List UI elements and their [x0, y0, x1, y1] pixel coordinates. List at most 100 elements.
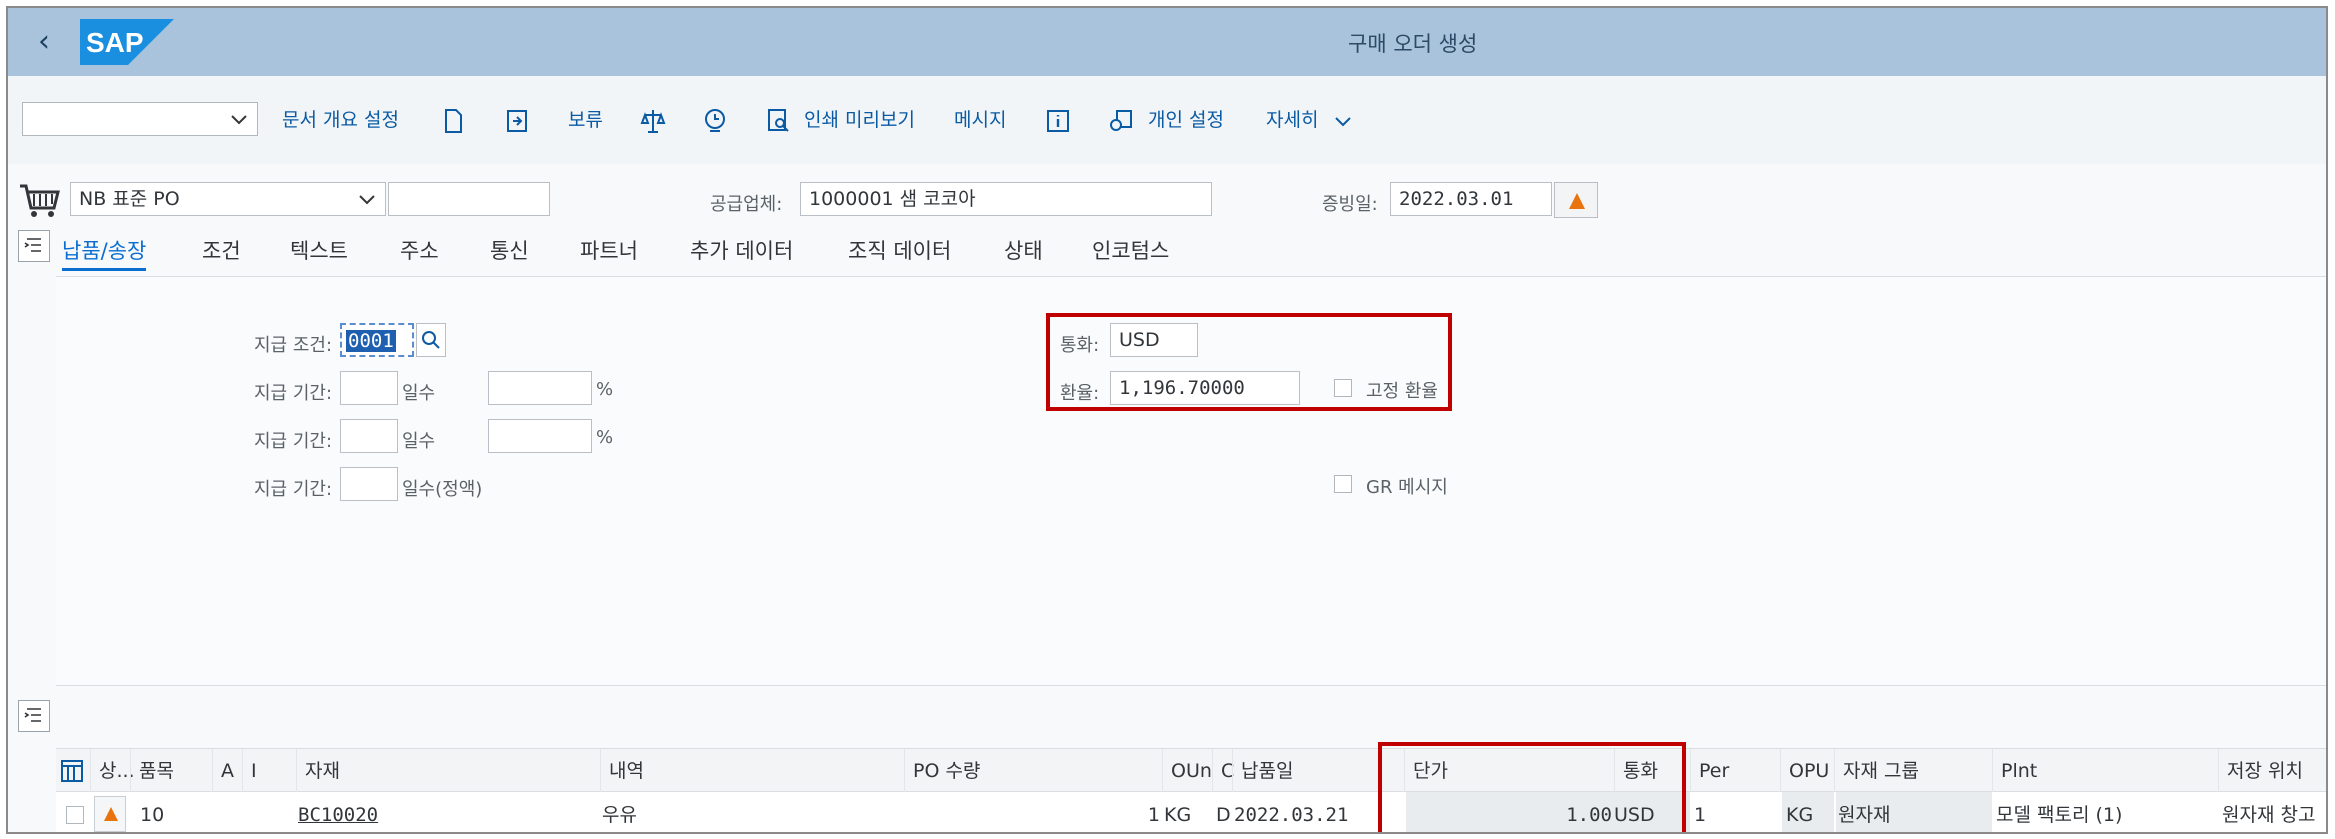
percent-label-1: % [596, 379, 614, 400]
more-button[interactable]: 자세히 [1266, 102, 1353, 138]
payment-days-input-1[interactable] [340, 371, 398, 405]
command-dropdown[interactable] [22, 102, 258, 136]
tab-conditions[interactable]: 조건 [202, 234, 241, 268]
tab-status[interactable]: 상태 [1004, 234, 1043, 268]
more-label: 자세히 [1266, 109, 1319, 131]
new-document-icon[interactable] [442, 102, 464, 138]
col-storage-location[interactable]: 저장 위치 [2218, 749, 2326, 793]
chevron-down-icon [231, 115, 247, 125]
tab-address[interactable]: 주소 [400, 234, 439, 268]
doc-overview-button[interactable]: 문서 개요 설정 [282, 102, 399, 138]
col-po-qty[interactable]: PO 수량 [904, 749, 1162, 793]
col-oun[interactable]: OUn [1162, 749, 1212, 793]
settings-icon [1110, 109, 1132, 131]
messages-button[interactable]: 메시지 [954, 102, 1006, 138]
personal-settings-button[interactable]: 개인 설정 [1108, 102, 1224, 138]
col-plant[interactable]: Plnt [1992, 749, 2218, 793]
row-storage-location: 원자재 창고 [2222, 804, 2316, 826]
other-document-icon[interactable] [504, 102, 530, 138]
header-status-button[interactable] [1554, 182, 1598, 218]
gr-message-label: GR 메시지 [1366, 477, 1448, 498]
row-material-group: 원자재 [1836, 792, 1992, 832]
percent-label-2: % [596, 427, 614, 448]
col-opu[interactable]: OPU [1780, 749, 1834, 793]
order-type-value: NB 표준 PO [79, 188, 180, 210]
tab-texts[interactable]: 텍스트 [290, 234, 348, 268]
col-material-group[interactable]: 자재 그룹 [1834, 749, 1992, 793]
vendor-input[interactable]: 1000001 샘 코코아 [800, 182, 1212, 216]
row-material-link[interactable]: BC10020 [298, 792, 378, 832]
check-icon[interactable] [640, 102, 666, 138]
row-oun: KG [1164, 804, 1192, 826]
payment-terms-value: 0001 [346, 330, 396, 352]
payment-period-label-1: 지급 기간: [254, 383, 333, 404]
row-c: D [1216, 804, 1231, 826]
col-description[interactable]: 내역 [600, 749, 900, 793]
item-table-header: 상... 품목 A I 자재 내역 PO 수량 OUn C 납품일 단가 통화 … [56, 748, 2326, 793]
gr-message-checkbox[interactable] [1334, 475, 1352, 493]
row-qty: 1 [1147, 804, 1160, 826]
history-icon[interactable] [702, 102, 728, 138]
tab-partners[interactable]: 파트너 [580, 234, 638, 268]
col-a[interactable]: A [212, 749, 242, 793]
row-description: 우유 [602, 804, 637, 826]
svg-text:SAP: SAP [86, 27, 144, 58]
print-preview-button[interactable]: 인쇄 미리보기 [766, 102, 915, 138]
info-icon[interactable] [1046, 102, 1070, 138]
row-per: 1 [1694, 804, 1707, 826]
hold-button[interactable]: 보류 [568, 102, 603, 138]
back-icon[interactable]: ‹ [28, 24, 60, 60]
collapse-header-icon[interactable] [18, 230, 50, 262]
payment-percent-input-1[interactable] [488, 371, 592, 405]
chevron-down-icon [1334, 116, 1351, 126]
page-title: 구매 오더 생성 [1348, 32, 1478, 56]
personal-settings-label: 개인 설정 [1148, 109, 1225, 131]
payment-period-label-2: 지급 기간: [254, 431, 333, 452]
warning-icon [1569, 193, 1585, 209]
col-per[interactable]: Per [1690, 749, 1780, 793]
collapse-items-icon[interactable] [18, 700, 50, 732]
payment-percent-input-2[interactable] [488, 419, 592, 453]
row-opu: KG [1782, 792, 1834, 832]
warning-icon [104, 807, 118, 821]
row-status-button[interactable] [94, 796, 126, 832]
tab-additional-data[interactable]: 추가 데이터 [690, 234, 793, 268]
row-select-checkbox[interactable] [66, 806, 84, 824]
shell-header: ‹ SAP 구매 오더 생성 [8, 8, 2326, 76]
col-material[interactable]: 자재 [296, 749, 596, 793]
currency-highlight-box [1046, 313, 1452, 411]
price-highlight-box [1378, 742, 1686, 832]
po-number-input[interactable] [388, 182, 550, 216]
tab-incoterms[interactable]: 인코텀스 [1092, 234, 1169, 268]
table-settings-icon[interactable] [60, 759, 84, 787]
tab-strip: 납품/송장 조건 텍스트 주소 통신 파트너 추가 데이터 조직 데이터 상태 … [58, 234, 2326, 276]
payment-terms-input[interactable]: 0001 [340, 323, 414, 357]
tab-delivery-invoice[interactable]: 납품/송장 [62, 234, 147, 271]
col-i[interactable]: I [242, 749, 272, 793]
payment-terms-label: 지급 조건: [254, 335, 333, 356]
net-days-label: 일수(정액) [402, 479, 483, 500]
table-row: 10 BC10020 우유 1 KG D 2022.03.21 1.00 USD… [56, 792, 2326, 832]
row-plant: 모델 팩토리 (1) [1996, 804, 2123, 826]
payment-terms-search-button[interactable] [416, 323, 446, 357]
delivery-invoice-panel: 지급 조건: 0001 지급 기간: 일수 % 지급 기간: 일수 % 지급 기… [56, 276, 2326, 686]
toolbar: 문서 개요 설정 보류 인쇄 미리보기 메시지 개인 설정 자세히 [8, 76, 2326, 164]
payment-period-label-3: 지급 기간: [254, 479, 333, 500]
chevron-down-icon [359, 195, 375, 205]
tab-communication[interactable]: 통신 [490, 234, 529, 268]
payment-days-input-3[interactable] [340, 467, 398, 501]
days-label-2: 일수 [402, 431, 436, 452]
col-status[interactable]: 상... [90, 749, 135, 793]
search-icon [422, 331, 440, 349]
doc-date-input[interactable]: 2022.03.01 [1390, 182, 1552, 216]
doc-date-label: 증빙일: [1322, 194, 1378, 215]
col-c[interactable]: C [1212, 749, 1234, 793]
payment-days-input-2[interactable] [340, 419, 398, 453]
tab-org-data[interactable]: 조직 데이터 [848, 234, 951, 268]
days-label-1: 일수 [402, 383, 436, 404]
print-preview-icon [768, 108, 789, 132]
col-item[interactable]: 품목 [130, 749, 212, 793]
vendor-label: 공급업체: [710, 194, 783, 215]
order-type-dropdown[interactable]: NB 표준 PO [70, 182, 386, 216]
shopping-cart-icon [20, 184, 60, 217]
